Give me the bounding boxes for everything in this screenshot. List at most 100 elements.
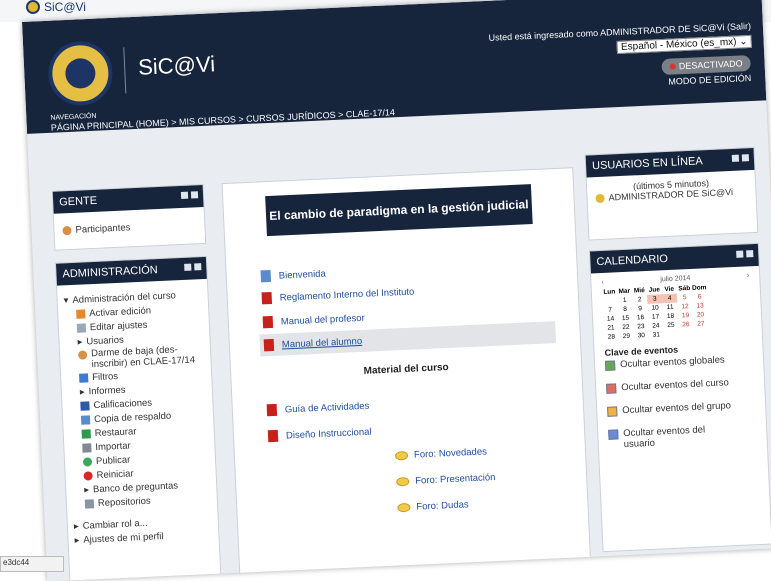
top-logo: SiC@Vi [26, 0, 86, 14]
forum-icon [397, 502, 411, 513]
admin-item-label: Usuarios [86, 334, 125, 347]
collapse-icon[interactable] [741, 154, 750, 162]
forum-icon [394, 450, 409, 461]
collapse-icon[interactable] [190, 191, 199, 199]
site-header: SiC@Vi Usted está ingresado como ADMINIS… [22, 0, 767, 134]
admin-item-label: Restaurar [94, 425, 137, 439]
site-title[interactable]: SiC@Vi [138, 51, 216, 80]
publish-icon [82, 456, 93, 467]
block-controls[interactable] [180, 191, 199, 199]
chevron-down-icon: ▾ [63, 294, 69, 306]
resource-label: Bienvenida [278, 267, 326, 282]
next-month-icon[interactable]: › [747, 272, 750, 279]
event-label: Ocultar eventos del grupo [621, 400, 732, 417]
course-event-icon [606, 383, 617, 394]
pdf-icon [267, 429, 279, 443]
event-label: Ocultar eventos del usuario [623, 424, 706, 451]
global-event-icon [604, 360, 616, 371]
forum-label: Foro: Dudas [416, 499, 469, 513]
block-controls[interactable] [184, 263, 202, 271]
chevron-right-icon: ▸ [77, 336, 83, 348]
participantes-link[interactable]: Participantes [62, 217, 196, 237]
forum-link[interactable]: Foro: Novedades [394, 446, 488, 461]
pdf-icon [261, 291, 273, 305]
top-logo-label: SiC@Vi [44, 0, 86, 14]
resource-link[interactable]: Bienvenida [260, 267, 326, 283]
resource-link[interactable]: Manual del profesor [262, 312, 365, 329]
resource-link[interactable]: Guía de Actividades [266, 400, 370, 417]
calendar-day[interactable]: 29 [619, 332, 634, 342]
resource-label: Diseño Instruccional [285, 426, 372, 441]
import-icon [82, 442, 92, 453]
admin-item-label: Calificaciones [93, 396, 153, 411]
admin-item-label: Repositorios [97, 495, 151, 509]
reset-icon [83, 470, 93, 481]
chevron-right-icon: ▸ [74, 534, 80, 546]
admin-item-label: Reiniciar [96, 467, 134, 481]
collapse-icon[interactable] [746, 250, 754, 258]
event-toggle[interactable]: Ocultar eventos del curso [606, 376, 754, 394]
seal-icon [595, 193, 605, 204]
pdf-icon [266, 403, 278, 417]
course-banner: El cambio de paradigma en la gestión jud… [265, 184, 533, 237]
section-title: Material del curso [363, 362, 449, 377]
repository-icon [84, 498, 95, 509]
calendar-table: Lun Mar Mié Jue Vie Sáb Dom 1 2 3 4 5 6 7 8 9 10 11 12 13 1… [602, 283, 709, 342]
admin-item-label: Filtros [91, 370, 119, 383]
admin-item-label: Editar ajustes [89, 319, 148, 333]
chevron-down-icon: ⌄ [739, 36, 748, 48]
event-label: Ocultar eventos del curso [620, 377, 730, 394]
chevron-right-icon: ▸ [84, 483, 90, 496]
event-label: Ocultar eventos globales [619, 354, 725, 371]
settings-icon [76, 322, 87, 333]
resource-link[interactable]: Diseño Instruccional [267, 426, 372, 443]
gente-block: GENTE Participantes [51, 183, 207, 251]
brand-divider [123, 47, 127, 94]
admin-item-label: Activar edición [89, 304, 152, 319]
online-users-block: USUARIOS EN LÍNEA (últimos 5 minutos) AD… [584, 146, 759, 241]
calendar-day[interactable]: 30 [634, 331, 649, 341]
user-icon [77, 350, 88, 360]
participantes-label: Participantes [75, 221, 131, 236]
admin-item-label: Informes [88, 384, 126, 397]
chevron-right-icon: ▸ [79, 386, 85, 398]
dock-icon[interactable] [736, 250, 744, 258]
forum-label: Foro: Presentación [414, 471, 496, 487]
edit-mode-toggle[interactable]: DESACTIVADO [661, 54, 751, 76]
calendar-block: CALENDARIO ‹ julio 2014 › Lun Mar Mié Jue Vie S… [588, 242, 771, 553]
restore-icon [81, 428, 91, 439]
dock-icon[interactable] [184, 263, 192, 271]
resource-link[interactable]: Reglamento Interno del Instituto [261, 285, 415, 305]
forum-label: Foro: Novedades [413, 446, 488, 461]
language-select[interactable]: Español - México (es_mx) ⌄ [616, 34, 752, 55]
seal-icon [26, 0, 40, 14]
calendar-day[interactable]: 31 [649, 330, 664, 340]
filter-icon [78, 372, 89, 383]
dock-icon[interactable] [731, 154, 740, 162]
gente-title: GENTE [58, 194, 98, 209]
cambiar-rol-label: Cambiar rol a... [82, 517, 148, 532]
pdf-icon [263, 338, 275, 352]
collapse-icon[interactable] [194, 263, 202, 271]
block-controls[interactable] [736, 250, 754, 258]
resource-label: Reglamento Interno del Instituto [279, 285, 415, 304]
browser-page: SiC@Vi Usted está ingresado como ADMINIS… [22, 0, 771, 581]
event-toggle[interactable]: Ocultar eventos del grupo [607, 399, 755, 417]
forum-link[interactable]: Foro: Presentación [396, 472, 496, 487]
pdf-icon [262, 315, 274, 329]
chevron-right-icon: ▸ [73, 520, 79, 532]
event-toggle[interactable]: Ocultar eventos del usuario [608, 422, 757, 451]
prev-month-icon[interactable]: ‹ [601, 279, 604, 286]
user-event-icon [608, 429, 619, 440]
calendar-day[interactable]: 28 [604, 332, 619, 342]
calendar-month: julio 2014 [660, 274, 691, 284]
group-event-icon [607, 406, 618, 417]
course-content: El cambio de paradigma en la gestión jud… [221, 167, 591, 575]
forum-link[interactable]: Foro: Dudas [397, 499, 469, 513]
dock-icon[interactable] [180, 191, 189, 199]
breadcrumb[interactable]: PÁGINA PRINCIPAL (HOME) > MIS CURSOS > C… [51, 107, 395, 133]
admin-title: ADMINISTRACIÓN [62, 264, 159, 281]
toggle-label: DESACTIVADO [678, 58, 743, 72]
block-controls[interactable] [731, 154, 750, 162]
edit-mode-label: MODO DE EDICIÓN [668, 72, 752, 87]
